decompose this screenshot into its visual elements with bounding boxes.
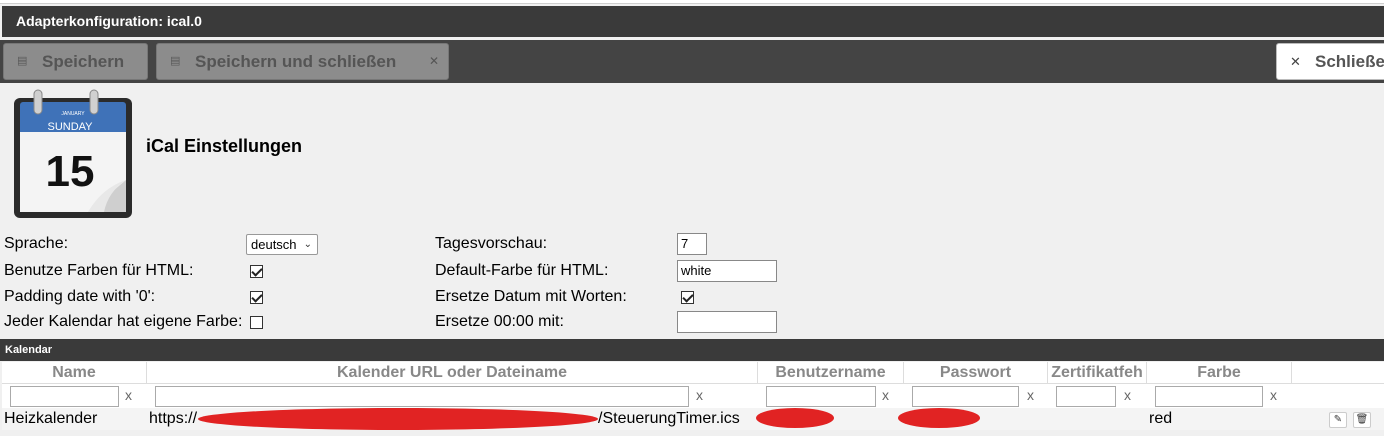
- preview-days-label: Tagesvorschau:: [435, 235, 548, 252]
- save-and-close-button[interactable]: ▤ Speichern und schließen ✕: [156, 43, 449, 80]
- redaction-mark: [198, 408, 598, 430]
- trash-icon[interactable]: 🗑: [1353, 412, 1371, 428]
- filter-username-input[interactable]: [766, 386, 876, 407]
- filter-name-clear[interactable]: x: [125, 387, 132, 403]
- language-select-value: deutsch: [251, 237, 297, 252]
- toolbar: ▤ Speichern ▤ Speichern und schließen ✕ …: [0, 40, 1384, 83]
- replace-midnight-input[interactable]: [677, 311, 777, 333]
- close-button[interactable]: ✕ Schließen: [1276, 43, 1384, 80]
- use-colors-checkbox[interactable]: [250, 265, 263, 278]
- calendars-filter-row: x x x x x x: [2, 384, 1384, 408]
- logo-month: JANUARY: [61, 111, 85, 117]
- filter-name-input[interactable]: [10, 386, 119, 407]
- calendars-table-header: Name Kalender URL oder Dateiname Benutze…: [2, 362, 1384, 384]
- save-button[interactable]: ▤ Speichern: [3, 43, 148, 80]
- filter-cert-clear[interactable]: x: [1124, 387, 1131, 403]
- calendar-logo-icon: JANUARY SUNDAY 15: [14, 89, 132, 218]
- save-button-label: Speichern: [42, 52, 125, 71]
- chevron-down-icon: ⌄: [303, 239, 312, 250]
- replace-midnight-label: Ersetze 00:00 mit:: [435, 313, 564, 330]
- column-header-password[interactable]: Passwort: [904, 362, 1048, 384]
- floppy-icon: ▤: [17, 55, 28, 67]
- preview-days-input[interactable]: 7: [677, 233, 707, 255]
- cell-url-start: https://: [149, 410, 198, 427]
- replace-date-label: Ersetze Datum mit Worten:: [435, 288, 627, 305]
- filter-cert-input[interactable]: [1056, 386, 1116, 407]
- cell-name: Heizkalender: [4, 410, 98, 427]
- padding-checkbox[interactable]: [250, 291, 263, 304]
- logo-day: SUNDAY: [47, 121, 93, 133]
- filter-password-input[interactable]: [912, 386, 1019, 407]
- replace-date-checkbox[interactable]: [681, 291, 694, 304]
- calendars-section-title: Kalendar: [0, 339, 1384, 361]
- table-row[interactable]: Heizkalender https:// /SteuerungTimer.ic…: [2, 408, 1384, 430]
- filter-url-input[interactable]: [155, 386, 689, 407]
- column-header-url[interactable]: Kalender URL oder Dateiname: [147, 362, 758, 384]
- cell-color: red: [1149, 410, 1173, 427]
- redaction-mark: [898, 408, 980, 428]
- close-button-label: Schließen: [1315, 52, 1384, 71]
- column-header-username[interactable]: Benutzername: [758, 362, 904, 384]
- filter-username-clear[interactable]: x: [882, 387, 889, 403]
- filter-url-clear[interactable]: x: [696, 387, 703, 403]
- language-label: Sprache:: [4, 235, 69, 252]
- save-and-close-button-label: Speichern und schließen: [195, 52, 397, 71]
- logo-date: 15: [46, 147, 95, 196]
- page-title: iCal Einstellungen: [146, 136, 303, 156]
- own-color-checkbox[interactable]: [250, 316, 263, 329]
- own-color-label: Jeder Kalendar hat eigene Farbe:: [4, 313, 243, 330]
- filter-color-clear[interactable]: x: [1270, 387, 1277, 403]
- default-color-label: Default-Farbe für HTML:: [435, 262, 609, 279]
- cell-url-end: /SteuerungTimer.ics: [598, 410, 740, 427]
- x-icon: ✕: [1290, 54, 1301, 69]
- floppy-icon: ▤: [170, 55, 181, 67]
- default-color-input[interactable]: white: [677, 260, 777, 282]
- x-icon: ✕: [429, 54, 440, 68]
- filter-color-input[interactable]: [1155, 386, 1263, 407]
- column-header-color[interactable]: Farbe: [1147, 362, 1292, 384]
- column-header-cert[interactable]: Zertifikatfeh: [1048, 362, 1147, 384]
- use-colors-label: Benutze Farben für HTML:: [4, 262, 194, 279]
- top-strip: [0, 0, 1384, 4]
- redaction-mark: [756, 408, 834, 428]
- filter-password-clear[interactable]: x: [1027, 387, 1034, 403]
- edit-icon[interactable]: ✎: [1329, 412, 1347, 428]
- padding-label: Padding date with '0':: [4, 288, 156, 305]
- column-header-name[interactable]: Name: [2, 362, 147, 384]
- window-title: Adapterkonfiguration: ical.0: [2, 6, 1384, 37]
- language-select[interactable]: deutsch ⌄: [246, 234, 318, 255]
